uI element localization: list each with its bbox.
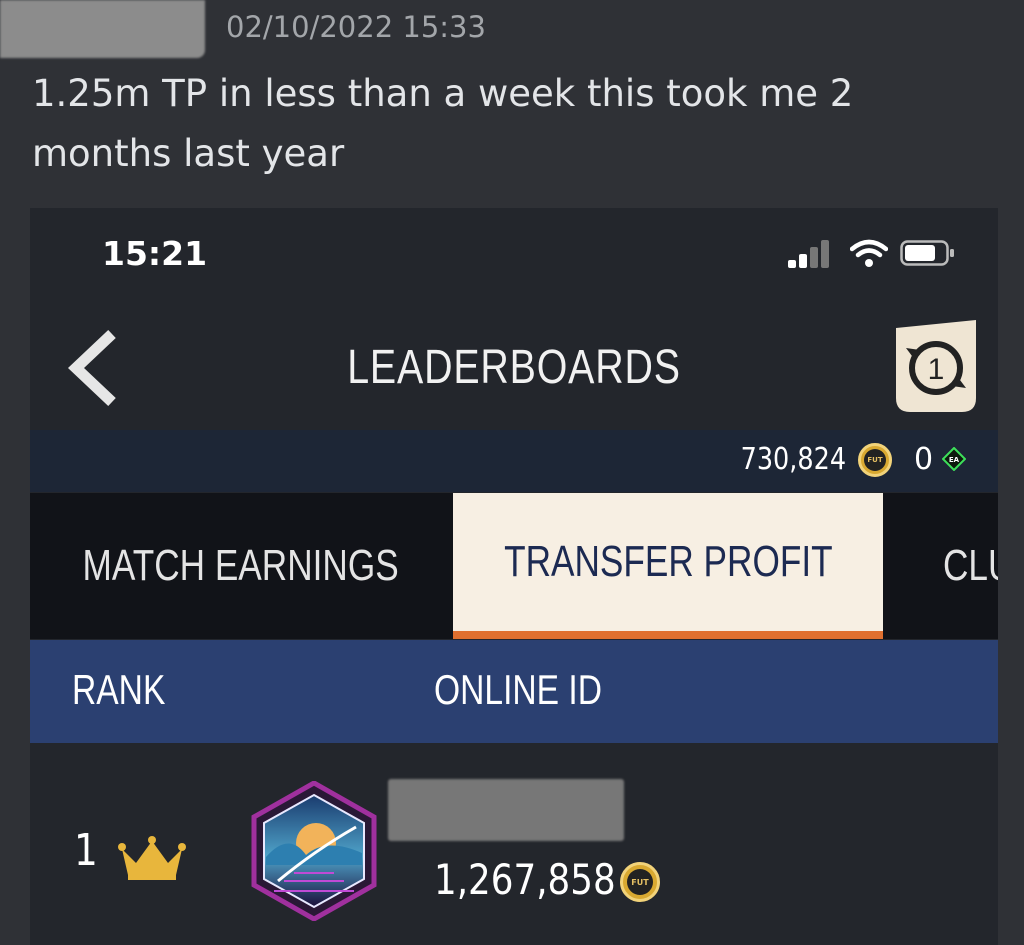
rank-number: 1	[74, 825, 98, 876]
status-time: 15:21	[102, 234, 208, 273]
tab-label: MATCH EARNINGS	[82, 541, 400, 590]
season-number: 1	[928, 353, 945, 386]
column-rank: RANK	[72, 666, 166, 713]
status-icons	[788, 238, 968, 268]
table-row[interactable]: 1 1,267,858 FUT	[30, 743, 998, 945]
tab-transfer-profit[interactable]: TRANSFER PROFIT	[453, 493, 883, 639]
crown-icon	[118, 836, 186, 880]
table-header: RANK ONLINE ID	[30, 640, 998, 743]
page-title: LEADERBOARDS	[347, 341, 681, 394]
player-avatar-icon	[251, 781, 377, 921]
svg-text:EA: EA	[949, 456, 960, 464]
transfer-profit-value: 1,267,858	[434, 855, 616, 904]
signal-icon	[788, 238, 836, 268]
leaderboard-tabs: MATCH EARNINGS TRANSFER PROFIT CLU	[30, 493, 998, 639]
wifi-icon	[850, 239, 888, 267]
fut-coin-icon: FUT	[858, 443, 892, 477]
tab-club[interactable]: CLU	[883, 493, 998, 639]
nav-header: LEADERBOARDS 1	[30, 318, 998, 428]
phone-screenshot: 15:21 LEADERBOARDS 1 730,824 FUT 0 EA MA…	[30, 208, 998, 945]
battery-icon	[900, 240, 954, 266]
column-online-id: ONLINE ID	[434, 666, 603, 713]
redacted-online-id	[388, 779, 624, 841]
fut-coin-icon: FUT	[620, 862, 660, 902]
season-objectives-icon[interactable]: 1	[890, 318, 982, 418]
message-timestamp: 02/10/2022 15:33	[226, 10, 486, 44]
redacted-username	[0, 0, 205, 58]
tab-label: TRANSFER PROFIT	[503, 537, 833, 586]
coins-balance: 730,824	[740, 442, 846, 477]
fifa-points-icon: EA	[942, 447, 966, 471]
tab-match-earnings[interactable]: MATCH EARNINGS	[30, 493, 452, 639]
message-text: 1.25m TP in less than a week this took m…	[32, 72, 854, 175]
points-balance: 0	[914, 442, 934, 477]
currency-bar: 730,824 FUT 0 EA	[30, 430, 998, 492]
tab-label: CLU	[943, 541, 998, 590]
